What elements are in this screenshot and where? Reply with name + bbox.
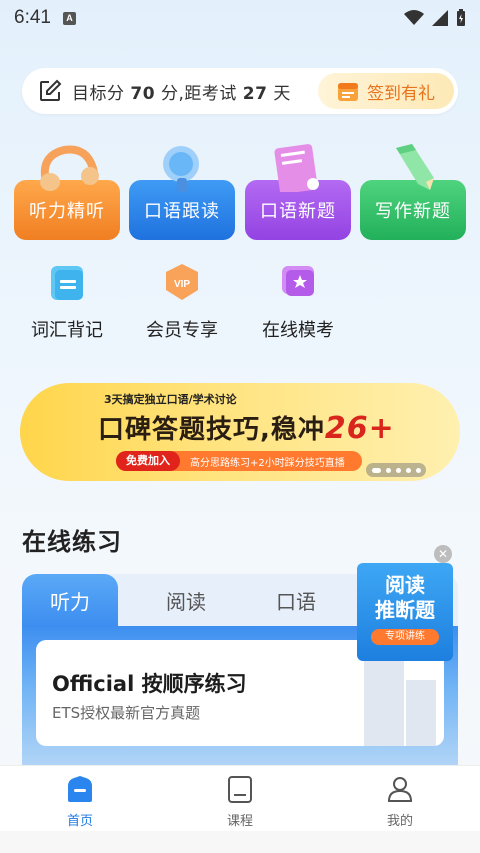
target-score-bar[interactable]: 目标分 70 分,距考试 27 天 签到有礼 [22,68,458,114]
vocabulary-icon [51,266,83,300]
headphones-icon [40,145,99,191]
entry-vip[interactable]: VIP 会员专享 [137,262,227,342]
promo-banner[interactable]: 3天搞定独立口语/学术讨论 口碑答题技巧,稳冲26+ 免费加入 高分思路练习+2… [20,383,460,481]
card-listening[interactable]: 听力精听 [14,142,120,240]
vip-badge-text: VIP [174,279,190,290]
exam-days: 27 [242,83,268,104]
banner-headline: 口碑答题技巧,稳冲26+ [98,409,395,446]
wifi-icon [404,10,424,25]
floating-ad[interactable]: 阅读 推断题 专项讲练 [357,563,453,661]
target-mid: 分,距考试 [155,83,243,104]
signal-icon [432,10,448,26]
card-speaking-follow[interactable]: 口语跟读 [129,142,235,240]
status-time: 6:41 [14,7,51,28]
target-prefix: 目标分 [72,83,131,104]
feature-cards: 听力精听 口语跟读 口语新题 写作新题 [14,142,466,242]
mock-exam-icon [282,266,314,296]
banner-desc: 高分思路练习+2小时踩分技巧直播 [190,457,345,469]
tab-reading[interactable]: 阅读 [138,574,234,626]
banner-pagination [366,463,426,477]
notebook-icon [274,144,319,192]
entry-vip-label: 会员专享 [146,320,218,341]
tab-listening[interactable]: 听力 [22,574,118,626]
card-writing-new[interactable]: 写作新题 [360,142,466,240]
nav-course-label: 课程 [226,814,253,829]
vip-icon: VIP [166,264,198,300]
nav-profile[interactable]: 我的 [360,774,440,829]
profile-icon [387,777,413,802]
tab-listening-label: 听力 [50,589,90,614]
banner-dot [405,467,411,473]
quick-entries: 词汇背记 VIP 会员专享 在线模考 [22,262,462,352]
floating-ad-button[interactable]: 专项讲练 [371,629,439,645]
bottom-nav: 首页 课程 我的 [0,765,480,853]
close-icon[interactable]: ✕ [434,545,452,563]
microphone-icon [163,146,199,192]
banner-join-tag[interactable]: 免费加入 [116,451,180,471]
official-practice-title: Official 按顺序练习 [52,672,247,696]
edit-icon[interactable] [38,79,62,103]
battery-icon [457,9,465,26]
banner-dot [415,467,421,473]
target-suffix: 天 [267,83,291,104]
section-title-online-practice: 在线练习 [22,528,122,556]
home-icon [68,776,92,802]
entry-vocabulary-label: 词汇背记 [31,320,103,341]
course-icon [228,776,252,803]
tab-speaking[interactable]: 口语 [248,574,344,626]
nav-profile-label: 我的 [386,814,413,829]
banner-subtitle: 3天搞定独立口语/学术讨论 [104,393,237,406]
nav-course[interactable]: 课程 [200,774,280,829]
checkin-button[interactable]: 签到有礼 [318,73,454,109]
official-practice-subtitle: ETS授权最新官方真题 [52,704,201,722]
notification-badge: A [62,11,76,25]
nav-home[interactable]: 首页 [40,774,120,829]
floating-ad-line1: 阅读 [385,573,425,597]
card-speaking-new-label: 口语新题 [260,201,336,222]
tab-speaking-label: 口语 [276,589,316,614]
checkin-label: 签到有礼 [367,83,435,104]
banner-headline-text: 口碑答题技巧,稳冲 [98,415,325,445]
card-listening-label: 听力精听 [29,201,105,222]
card-speaking-follow-label: 口语跟读 [144,201,220,222]
target-score: 70 [130,83,156,104]
entry-mock-exam[interactable]: 在线模考 [253,262,343,342]
nav-home-label: 首页 [66,814,93,829]
system-nav-area [0,831,480,853]
banner-dot [395,467,401,473]
entry-vocabulary[interactable]: 词汇背记 [22,262,112,342]
banner-strip: 免费加入 高分思路练习+2小时踩分技巧直播 [116,451,362,471]
entry-mock-exam-label: 在线模考 [262,320,334,341]
tab-reading-label: 阅读 [166,589,206,614]
floating-ad-line2: 推断题 [375,598,435,622]
banner-dot [371,467,381,473]
card-writing-new-label: 写作新题 [375,201,451,222]
calendar-icon [338,83,358,101]
pencil-icon [396,144,434,190]
banner-dot [385,467,391,473]
card-speaking-new[interactable]: 口语新题 [245,142,351,240]
status-bar: 6:41 A [0,0,480,36]
banner-score: 26+ [324,411,395,446]
target-text: 目标分 70 分,距考试 27 天 [72,79,291,104]
